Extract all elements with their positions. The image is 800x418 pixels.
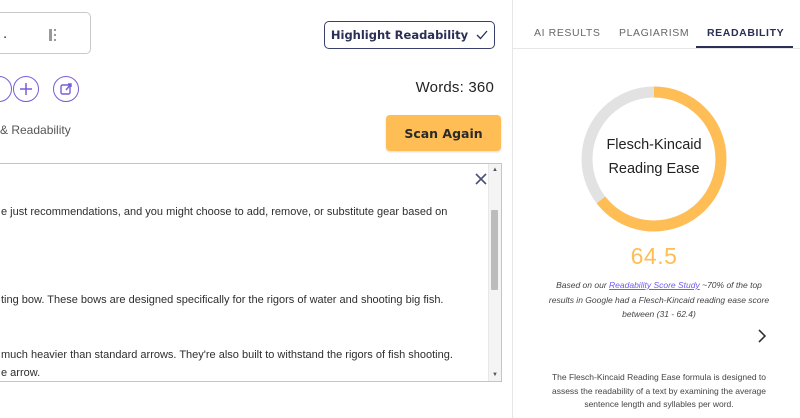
check-icon <box>476 30 488 40</box>
note-line2: results in Google had a Flesch-Kincaid r… <box>548 294 770 305</box>
editor-line: ting bow. These bows are designed specif… <box>1 294 444 306</box>
title-input[interactable]: . <box>0 12 91 54</box>
study-note: Based on our Readability Score Study ~70… <box>529 278 789 322</box>
scan-again-button[interactable]: Scan Again <box>386 115 501 151</box>
text-editor[interactable]: e just recommendations, and you might ch… <box>0 163 502 382</box>
metric-name-line2: Reading Ease <box>608 161 700 177</box>
readability-score: 64.5 <box>630 243 678 269</box>
word-count: Words: 360 <box>415 79 494 96</box>
section-label: & Readability <box>0 123 71 137</box>
scroll-down-arrow[interactable]: ▼ <box>492 372 498 378</box>
editor-line: much heavier than standard arrows. They'… <box>1 349 453 361</box>
editor-scrollbar[interactable]: ▲ ▼ <box>488 164 501 381</box>
tab-ai-results[interactable]: AI RESULTS <box>534 27 601 39</box>
note-line1-rest: ~70% of the top <box>699 280 762 290</box>
plus-icon <box>20 83 32 95</box>
share-button[interactable] <box>53 76 79 102</box>
editor-line: e arrow. <box>1 367 41 379</box>
highlight-readability-button[interactable]: Highlight Readability <box>324 21 495 49</box>
add-button[interactable] <box>13 76 39 102</box>
desc-line2: assess the readability of a text by exam… <box>551 385 767 396</box>
scroll-thumb[interactable] <box>491 210 498 290</box>
toolbar-tool-button[interactable] <box>0 76 12 102</box>
title-value: . <box>3 25 8 42</box>
tab-readability[interactable]: READABILITY <box>707 27 784 39</box>
tabs-divider <box>513 48 800 49</box>
chevron-right-icon[interactable] <box>757 328 767 344</box>
highlight-readability-label: Highlight Readability <box>330 28 469 42</box>
close-icon[interactable] <box>475 173 487 185</box>
scroll-up-arrow[interactable]: ▲ <box>492 167 498 173</box>
metric-name-line1: Flesch-Kincaid <box>606 137 702 153</box>
share-icon <box>60 83 72 95</box>
desc-line3: sentence length and syllables per word. <box>584 399 734 409</box>
note-prefix: Based on our <box>556 280 610 290</box>
note-line3: between (31 - 62.4) <box>622 309 696 319</box>
desc-line1: The Flesch-Kincaid Reading Ease formula … <box>551 372 767 382</box>
gauge-label: Flesch-Kincaid Reading Ease <box>579 133 729 181</box>
tab-plagiarism[interactable]: PLAGIARISM <box>619 27 689 39</box>
editor-panel: . Highlight Readability Words: 360 & Rea… <box>0 0 512 418</box>
formula-description: The Flesch-Kincaid Reading Ease formula … <box>529 371 789 412</box>
results-panel: AI RESULTS PLAGIARISM READABILITY Flesch… <box>513 0 800 418</box>
readability-study-link[interactable]: Readability Score Study <box>609 280 700 290</box>
move-icon[interactable] <box>49 29 59 41</box>
editor-line: e just recommendations, and you might ch… <box>1 206 448 218</box>
